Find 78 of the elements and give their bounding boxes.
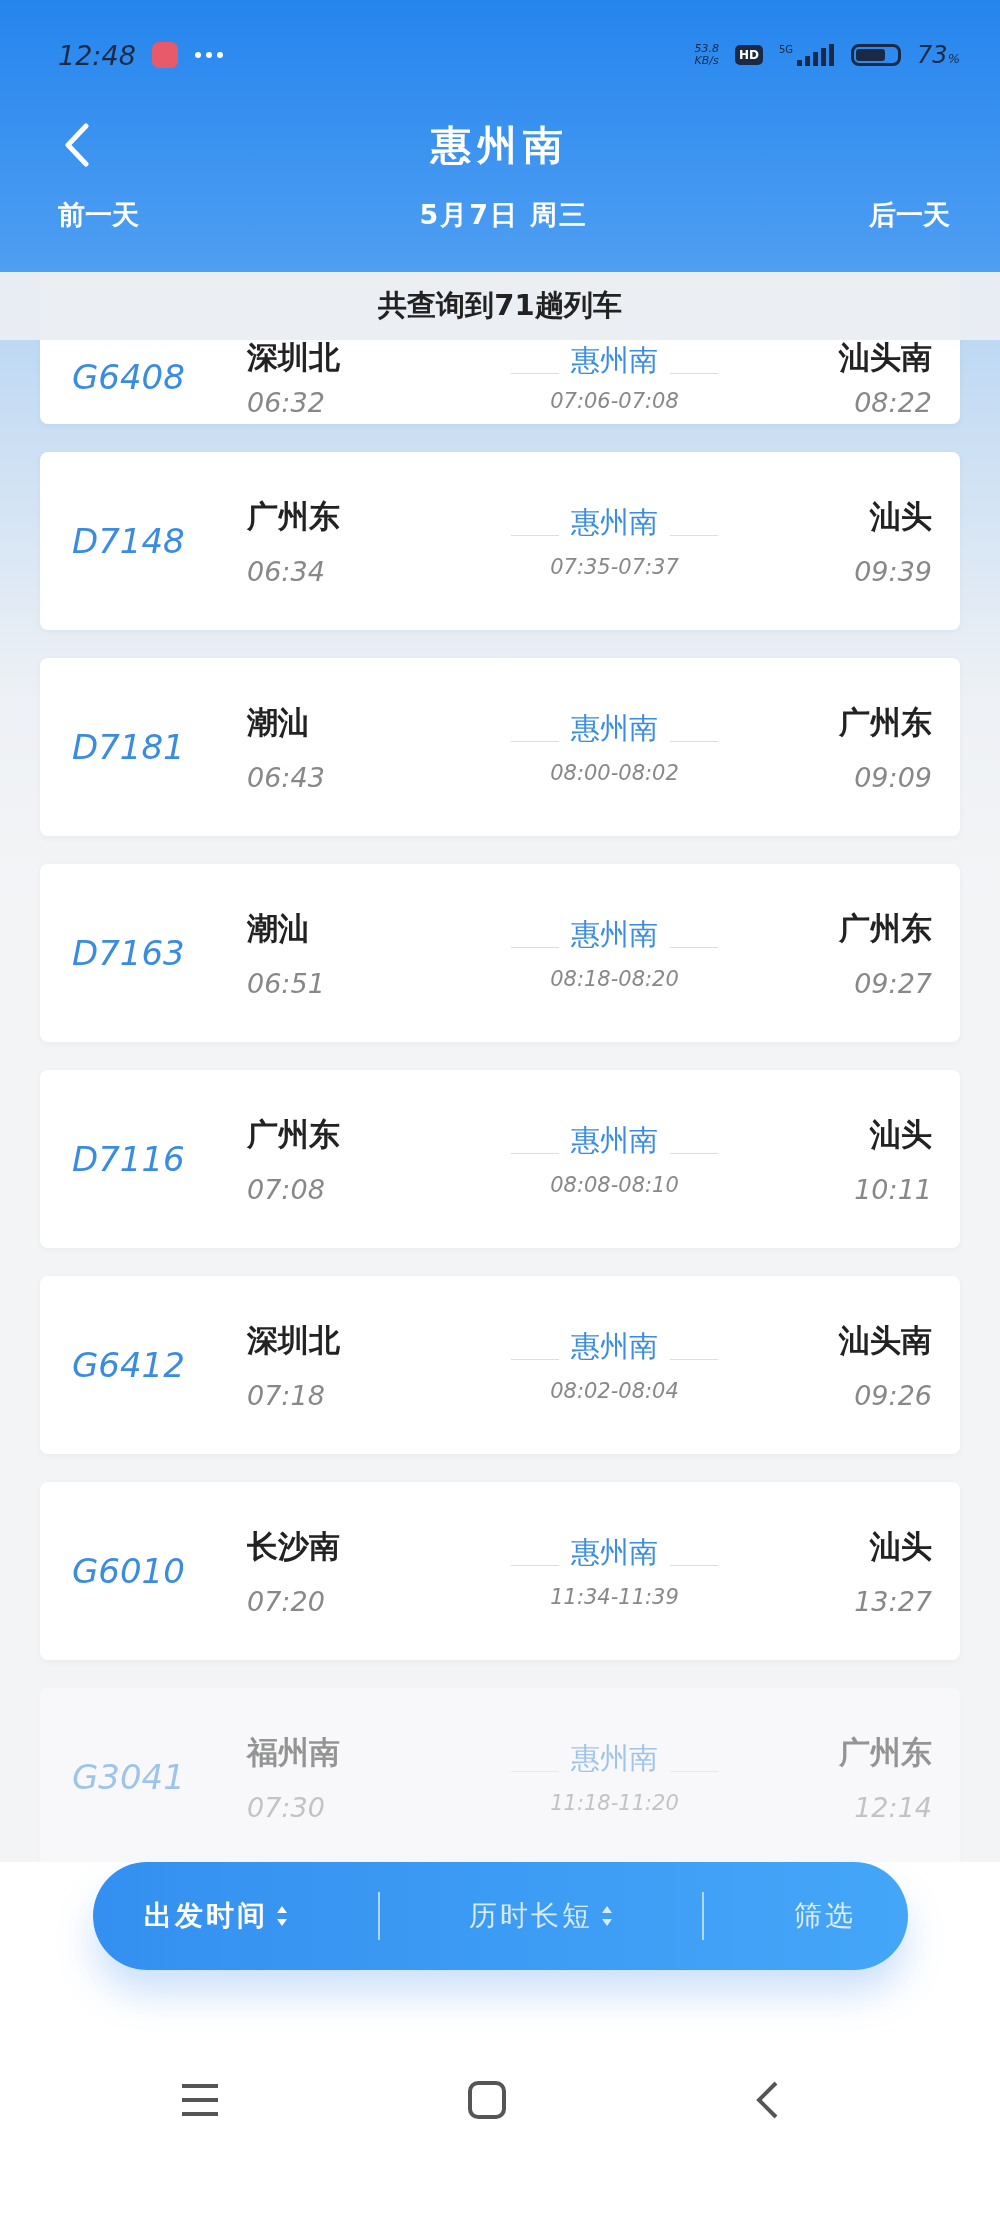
query-station: 惠州南 bbox=[571, 710, 658, 747]
departure-station: 广州东 bbox=[247, 496, 341, 536]
arrival-station: 汕头南 bbox=[839, 1320, 932, 1360]
train-card[interactable]: D7163 潮汕 06:51 惠州南 08:18-08:20 广州东 09:27 bbox=[40, 864, 960, 1042]
signal-icon bbox=[795, 44, 836, 66]
query-station: 惠州南 bbox=[571, 1740, 658, 1777]
train-number: D7148 bbox=[72, 521, 186, 561]
train-card[interactable]: G6010 长沙南 07:20 惠州南 11:34-11:39 汕头 13:27 bbox=[40, 1482, 960, 1660]
train-card[interactable]: D7181 潮汕 06:43 惠州南 08:00-08:02 广州东 09:09 bbox=[40, 658, 960, 836]
train-number: G3041 bbox=[72, 1757, 186, 1797]
departure-station: 福州南 bbox=[247, 1732, 341, 1772]
departure-time: 06:32 bbox=[247, 386, 326, 418]
station-title: 惠州南 bbox=[431, 120, 569, 170]
stop-time: 11:34-11:39 bbox=[550, 1585, 679, 1609]
departure-station: 长沙南 bbox=[247, 1526, 341, 1566]
train-number: D7181 bbox=[72, 727, 186, 767]
app-notification-icon bbox=[151, 42, 178, 68]
stop-time: 07:06-07:08 bbox=[550, 389, 679, 413]
home-icon[interactable] bbox=[467, 2080, 507, 2120]
train-number: G6412 bbox=[72, 1345, 186, 1385]
sort-arrows-icon bbox=[276, 1905, 289, 1927]
stop-time: 08:18-08:20 bbox=[550, 967, 679, 991]
arrival-station: 汕头 bbox=[870, 1526, 932, 1566]
hd-badge: HD bbox=[734, 45, 763, 65]
query-station: 惠州南 bbox=[571, 1534, 658, 1571]
network-speed-unit: KB/s bbox=[694, 55, 719, 68]
network-type: 5G bbox=[778, 44, 794, 55]
arrival-time: 08:22 bbox=[854, 386, 932, 418]
arrival-station: 汕头 bbox=[870, 496, 932, 536]
train-number: D7163 bbox=[72, 933, 186, 973]
query-station: 惠州南 bbox=[571, 1328, 658, 1365]
departure-station: 潮汕 bbox=[247, 908, 310, 948]
result-count-toast: 共查询到71趟列车 bbox=[0, 272, 1000, 340]
train-number: G6408 bbox=[72, 357, 186, 397]
menu-icon[interactable] bbox=[180, 2082, 220, 2118]
arrival-time: 10:11 bbox=[854, 1173, 932, 1205]
train-number: D7116 bbox=[72, 1139, 186, 1179]
arrival-station: 汕头南 bbox=[839, 337, 932, 377]
train-card[interactable]: D7116 广州东 07:08 惠州南 08:08-08:10 汕头 10:11 bbox=[40, 1070, 960, 1248]
departure-station: 深圳北 bbox=[247, 337, 341, 377]
query-station: 惠州南 bbox=[571, 1122, 658, 1159]
stop-time: 08:00-08:02 bbox=[550, 761, 679, 785]
more-notifications-icon bbox=[193, 51, 224, 59]
departure-time: 07:18 bbox=[247, 1379, 326, 1411]
departure-time: 06:43 bbox=[247, 761, 326, 793]
stop-time: 07:35-07:37 bbox=[550, 555, 679, 579]
departure-time: 07:20 bbox=[247, 1585, 326, 1617]
arrival-time: 09:39 bbox=[854, 555, 932, 587]
train-card[interactable]: G6412 深圳北 07:18 惠州南 08:02-08:04 汕头南 09:26 bbox=[40, 1276, 960, 1454]
stop-time: 08:02-08:04 bbox=[550, 1379, 679, 1403]
arrival-time: 09:26 bbox=[854, 1379, 932, 1411]
train-card[interactable]: D7148 广州东 06:34 惠州南 07:35-07:37 汕头 09:39 bbox=[40, 452, 960, 630]
battery-icon bbox=[851, 44, 902, 66]
query-station: 惠州南 bbox=[571, 504, 658, 541]
stop-time: 08:08-08:10 bbox=[550, 1173, 679, 1197]
arrival-station: 广州东 bbox=[839, 908, 932, 948]
arrival-time: 09:09 bbox=[854, 761, 932, 793]
departure-station: 深圳北 bbox=[247, 1320, 341, 1360]
arrival-station: 广州东 bbox=[839, 1732, 932, 1772]
departure-time: 07:08 bbox=[247, 1173, 326, 1205]
arrival-station: 广州东 bbox=[839, 702, 932, 742]
back-icon[interactable] bbox=[754, 2080, 780, 2120]
arrival-time: 13:27 bbox=[854, 1585, 932, 1617]
departure-station: 潮汕 bbox=[247, 702, 310, 742]
departure-station: 广州东 bbox=[247, 1114, 341, 1154]
network-speed: 53.8 bbox=[694, 42, 719, 55]
status-time: 12:48 bbox=[58, 39, 136, 71]
departure-time: 06:51 bbox=[247, 967, 326, 999]
sort-arrows-icon bbox=[600, 1905, 613, 1927]
arrival-time: 09:27 bbox=[854, 967, 932, 999]
query-station: 惠州南 bbox=[571, 916, 658, 953]
battery-percent: 73 bbox=[917, 41, 948, 69]
query-station: 惠州南 bbox=[571, 342, 658, 379]
departure-time: 06:34 bbox=[247, 555, 326, 587]
percent-sign: % bbox=[947, 51, 960, 66]
arrival-station: 汕头 bbox=[870, 1114, 932, 1154]
back-icon[interactable] bbox=[64, 123, 90, 167]
train-number: G6010 bbox=[72, 1551, 186, 1591]
